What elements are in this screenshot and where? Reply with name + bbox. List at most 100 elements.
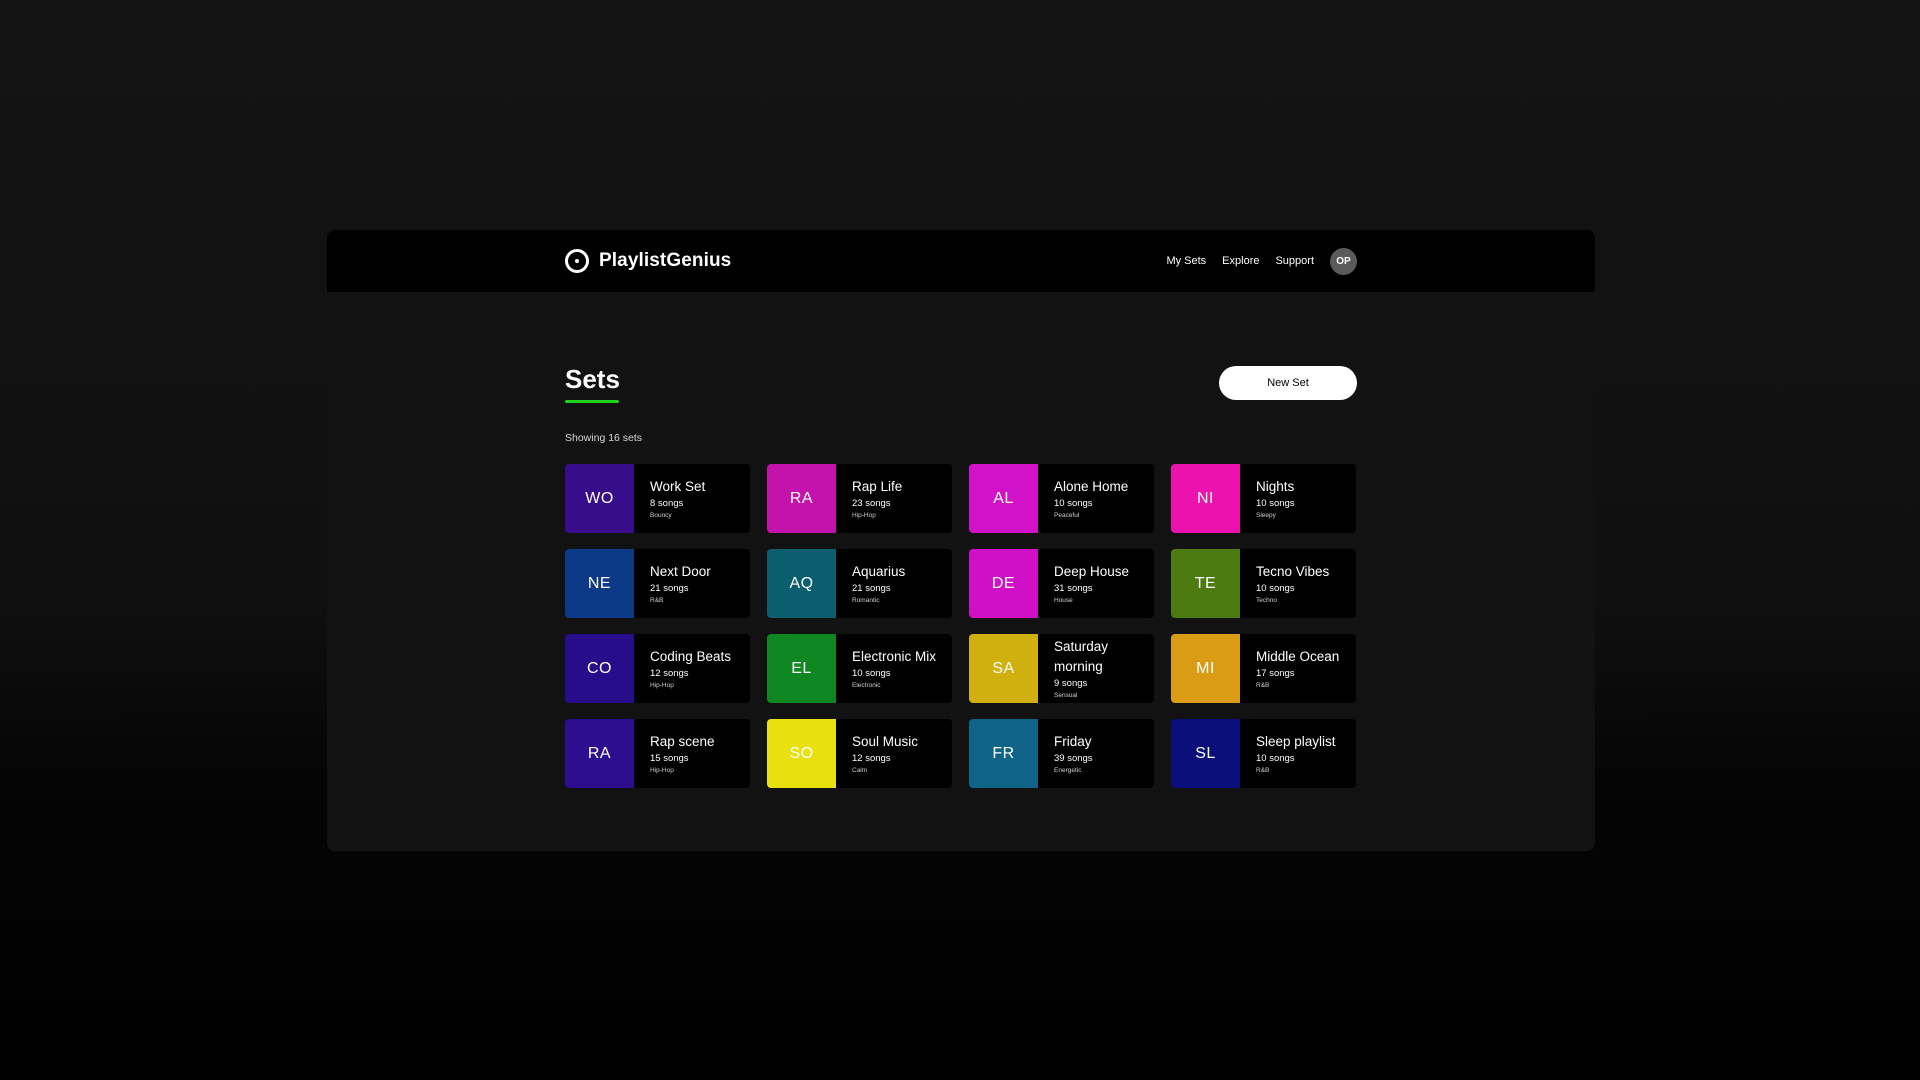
set-genre: Calm	[852, 766, 868, 774]
set-card[interactable]: WO Work Set 8 songs Bouncy	[565, 464, 750, 533]
set-card[interactable]: NI Nights 10 songs Sleepy	[1171, 464, 1356, 533]
set-info: Soul Music 12 songs Calm	[836, 719, 926, 788]
set-cover: SA	[969, 634, 1038, 703]
set-name: Tecno Vibes	[1256, 563, 1330, 579]
set-cover: EL	[767, 634, 836, 703]
set-cover: TE	[1171, 549, 1240, 618]
set-info: Aquarius 21 songs Romantic	[836, 549, 913, 618]
set-cover: AQ	[767, 549, 836, 618]
set-cover: SL	[1171, 719, 1240, 788]
set-name: Soul Music	[852, 733, 919, 749]
set-info: Sleep playlist 10 songs R&B	[1240, 719, 1344, 788]
set-info: Electronic Mix 10 songs Electronic	[836, 634, 944, 703]
set-name: Sleep playlist	[1256, 733, 1336, 749]
set-cover: SO	[767, 719, 836, 788]
nav-support[interactable]: Support	[1275, 255, 1314, 267]
set-info: Coding Beats 12 songs Hip-Hop	[634, 634, 739, 703]
set-cover: FR	[969, 719, 1038, 788]
user-avatar[interactable]: OP	[1330, 247, 1357, 275]
set-song-count: 39 songs	[1054, 752, 1093, 764]
set-cover: DE	[969, 549, 1038, 618]
app-window: PlaylistGenius My Sets Explore Support O…	[327, 230, 1595, 851]
set-genre: Sensual	[1054, 691, 1078, 699]
set-cover: CO	[565, 634, 634, 703]
set-song-count: 21 songs	[650, 582, 689, 594]
set-song-count: 9 songs	[1054, 677, 1088, 689]
set-genre: Energetic	[1054, 766, 1082, 774]
set-card[interactable]: EL Electronic Mix 10 songs Electronic	[767, 634, 952, 703]
set-name: Alone Home	[1054, 478, 1129, 494]
set-genre: Peaceful	[1054, 511, 1080, 519]
set-song-count: 10 songs	[1256, 497, 1295, 509]
set-name: Middle Ocean	[1256, 648, 1340, 664]
vinyl-record-icon	[565, 249, 589, 273]
set-song-count: 17 songs	[1256, 667, 1295, 679]
brand-name: PlaylistGenius	[599, 250, 732, 271]
set-name: Next Door	[650, 563, 711, 579]
set-genre: Sleepy	[1256, 511, 1276, 519]
set-genre: Techno	[1256, 596, 1277, 604]
set-info: Saturday morning 9 songs Sensual	[1038, 634, 1154, 703]
set-song-count: 10 songs	[1256, 752, 1295, 764]
set-card[interactable]: AL Alone Home 10 songs Peaceful	[969, 464, 1154, 533]
set-card[interactable]: NE Next Door 21 songs R&B	[565, 549, 750, 618]
set-cover: MI	[1171, 634, 1240, 703]
sets-grid: WO Work Set 8 songs Bouncy RA Rap Life 23 song…	[565, 464, 1356, 788]
set-song-count: 10 songs	[1256, 582, 1295, 594]
page-title: Sets	[565, 364, 620, 394]
set-info: Nights 10 songs Sleepy	[1240, 464, 1303, 533]
brand-logo[interactable]: PlaylistGenius	[565, 240, 731, 282]
set-song-count: 23 songs	[852, 497, 891, 509]
set-genre: Romantic	[852, 596, 880, 604]
sets-count-text: Showing 16 sets	[565, 432, 643, 444]
set-cover: RA	[767, 464, 836, 533]
set-info: Alone Home 10 songs Peaceful	[1038, 464, 1136, 533]
set-song-count: 21 songs	[852, 582, 891, 594]
set-name: Rap Life	[852, 478, 903, 494]
set-name: Aquarius	[852, 563, 906, 579]
set-name: Electronic Mix	[852, 648, 937, 664]
set-info: Friday 39 songs Energetic	[1038, 719, 1101, 788]
set-card[interactable]: TE Tecno Vibes 10 songs Techno	[1171, 549, 1356, 618]
set-song-count: 15 songs	[650, 752, 689, 764]
set-name: Saturday morning	[1054, 638, 1109, 674]
set-genre: R&B	[650, 596, 664, 604]
set-genre: Hip-Hop	[852, 511, 876, 519]
set-card[interactable]: RA Rap Life 23 songs Hip-Hop	[767, 464, 952, 533]
set-song-count: 31 songs	[1054, 582, 1093, 594]
set-name: Rap scene	[650, 733, 715, 749]
set-name: Work Set	[650, 478, 706, 494]
set-card[interactable]: SA Saturday morning 9 songs Sensual	[969, 634, 1154, 703]
set-card[interactable]: MI Middle Ocean 17 songs R&B	[1171, 634, 1356, 703]
set-cover: WO	[565, 464, 634, 533]
set-card[interactable]: RA Rap scene 15 songs Hip-Hop	[565, 719, 750, 788]
set-cover: NE	[565, 549, 634, 618]
set-info: Next Door 21 songs R&B	[634, 549, 719, 618]
set-card[interactable]: DE Deep House 31 songs House	[969, 549, 1154, 618]
set-card[interactable]: CO Coding Beats 12 songs Hip-Hop	[565, 634, 750, 703]
set-info: Rap Life 23 songs Hip-Hop	[836, 464, 910, 533]
set-card[interactable]: SL Sleep playlist 10 songs R&B	[1171, 719, 1356, 788]
set-genre: Hip-Hop	[650, 766, 674, 774]
new-set-button[interactable]: New Set	[1219, 366, 1357, 400]
set-song-count: 8 songs	[650, 497, 684, 509]
set-info: Rap scene 15 songs Hip-Hop	[634, 719, 723, 788]
set-card[interactable]: SO Soul Music 12 songs Calm	[767, 719, 952, 788]
set-name: Nights	[1256, 478, 1295, 494]
set-cover: RA	[565, 719, 634, 788]
set-card[interactable]: AQ Aquarius 21 songs Romantic	[767, 549, 952, 618]
set-name: Friday	[1054, 733, 1092, 749]
set-card[interactable]: FR Friday 39 songs Energetic	[969, 719, 1154, 788]
set-genre: Electronic	[852, 681, 881, 689]
nav-my-sets[interactable]: My Sets	[1166, 255, 1206, 267]
set-song-count: 12 songs	[650, 667, 689, 679]
set-info: Tecno Vibes 10 songs Techno	[1240, 549, 1337, 618]
set-cover: NI	[1171, 464, 1240, 533]
top-navigation-bar: PlaylistGenius My Sets Explore Support O…	[327, 230, 1595, 292]
set-genre: Bouncy	[650, 511, 672, 519]
set-info: Deep House 31 songs House	[1038, 549, 1137, 618]
nav-explore[interactable]: Explore	[1222, 255, 1259, 267]
set-cover: AL	[969, 464, 1038, 533]
set-song-count: 10 songs	[852, 667, 891, 679]
set-name: Coding Beats	[650, 648, 732, 664]
